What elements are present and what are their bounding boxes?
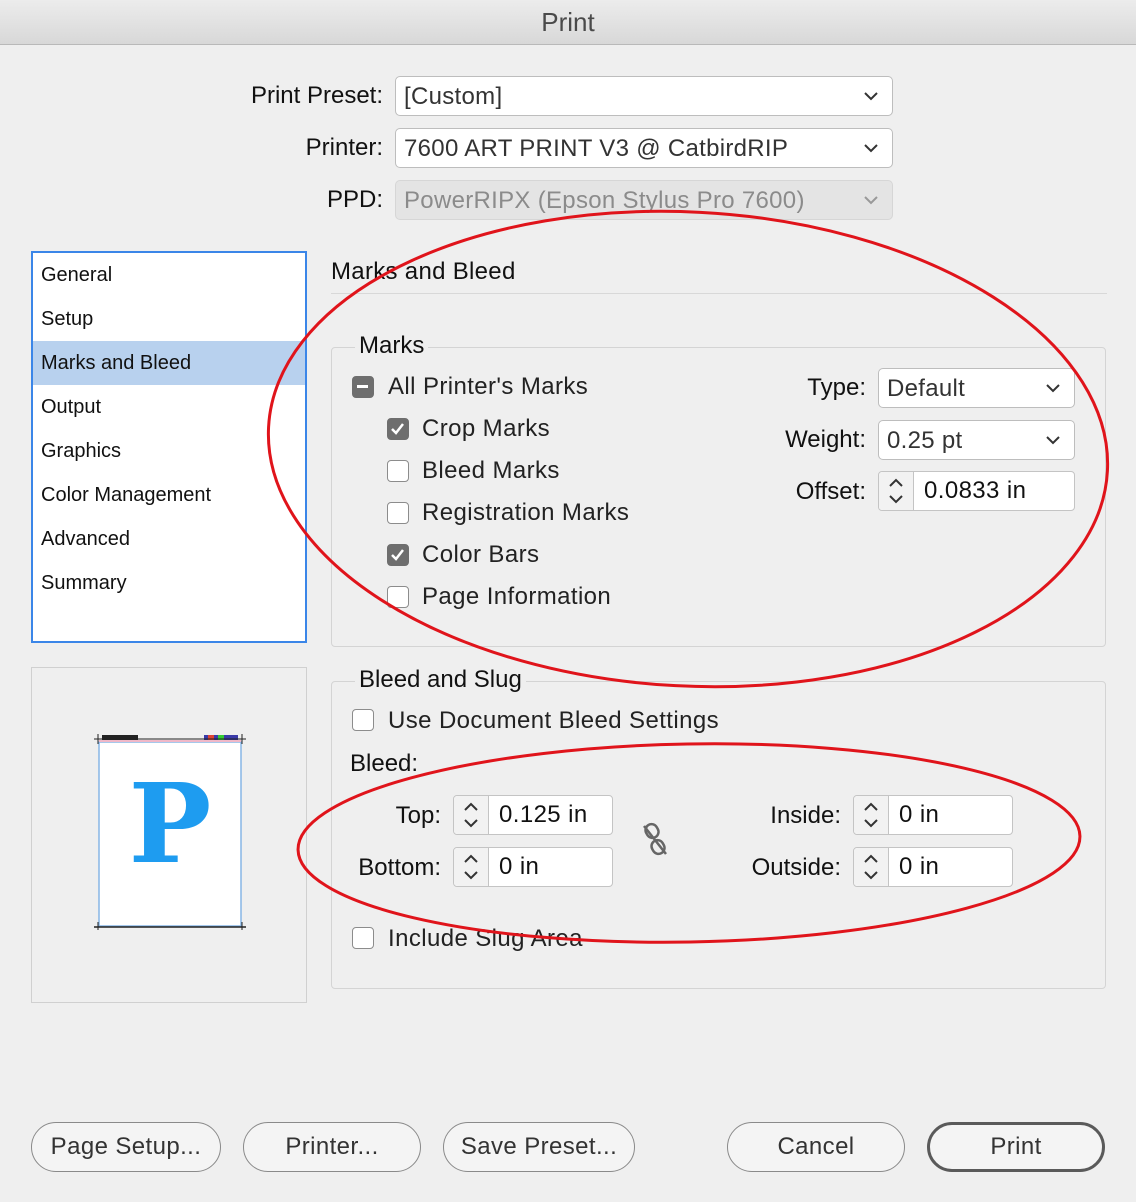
weight-label: Weight: (785, 426, 866, 453)
include-slug-area-label: Include Slug Area (388, 925, 583, 952)
use-document-bleed-label: Use Document Bleed Settings (388, 707, 719, 734)
outside-bleed-stepper[interactable]: 0 in (853, 847, 1013, 887)
crop-marks-checkbox[interactable] (387, 418, 409, 440)
bleed-marks-checkbox[interactable] (387, 460, 409, 482)
mixed-dash-icon (357, 385, 368, 388)
weight-value: 0.25 pt (887, 427, 963, 454)
type-label: Type: (807, 374, 866, 401)
window-title: Print (541, 7, 595, 37)
marks-group-title: Marks (355, 332, 429, 360)
chain-link-broken-icon[interactable] (638, 822, 672, 858)
checkmark-icon (391, 423, 404, 435)
printer-button[interactable]: Printer... (243, 1122, 421, 1172)
checkmark-icon (391, 549, 404, 561)
save-preset-button[interactable]: Save Preset... (443, 1122, 635, 1172)
sidebar-item-marks-and-bleed[interactable]: Marks and Bleed (33, 341, 305, 385)
color-bars-checkbox[interactable] (387, 544, 409, 566)
ppd-value: PowerRIPX (Epson Stylus Pro 7600) (404, 187, 805, 214)
print-button[interactable]: Print (927, 1122, 1105, 1172)
sidebar-item-advanced[interactable]: Advanced (33, 517, 305, 561)
outside-label: Outside: (751, 854, 841, 881)
ppd-select: PowerRIPX (Epson Stylus Pro 7600) (395, 180, 893, 220)
bottom-label: Bottom: (358, 854, 441, 881)
sidebar-item-general[interactable]: General (33, 253, 305, 297)
inside-label: Inside: (770, 802, 841, 829)
bottom-bleed-stepper[interactable]: 0 in (453, 847, 613, 887)
stepper-icon (464, 802, 478, 828)
printer-select[interactable]: 7600 ART PRINT V3 @ CatbirdRIP (395, 128, 893, 168)
panel-title: Marks and Bleed (331, 258, 516, 285)
stepper-arrows[interactable] (454, 848, 489, 886)
crop-marks-label: Crop Marks (422, 415, 551, 442)
bleed-slug-group-title: Bleed and Slug (355, 666, 526, 694)
offset-value: 0.0833 in (924, 477, 1027, 504)
top-label: Top: (395, 802, 441, 829)
panel-divider (331, 293, 1107, 294)
stepper-icon (864, 854, 878, 880)
page-information-label: Page Information (422, 583, 612, 610)
printer-value: 7600 ART PRINT V3 @ CatbirdRIP (404, 135, 789, 162)
all-printers-marks-checkbox[interactable] (352, 376, 374, 398)
sidebar-item-graphics[interactable]: Graphics (33, 429, 305, 473)
printer-label: Printer: (305, 134, 383, 161)
all-printers-marks-label: All Printer's Marks (388, 373, 589, 400)
stepper-arrows[interactable] (854, 796, 889, 834)
bottom-bleed-value: 0 in (499, 853, 540, 880)
stepper-arrows[interactable] (854, 848, 889, 886)
print-preset-select[interactable]: [Custom] (395, 76, 893, 116)
print-preset-label: Print Preset: (250, 82, 383, 109)
stepper-arrows[interactable] (879, 472, 914, 510)
offset-stepper[interactable]: 0.0833 in (878, 471, 1075, 511)
chevron-down-icon (1046, 436, 1060, 445)
weight-select[interactable]: 0.25 pt (878, 420, 1075, 460)
include-slug-area-checkbox[interactable] (352, 927, 374, 949)
chevron-down-icon (864, 92, 878, 101)
stepper-icon (864, 802, 878, 828)
chevron-down-icon (1046, 384, 1060, 393)
stepper-icon (889, 478, 903, 504)
title-bar: Print (0, 0, 1136, 45)
ppd-label: PPD: (326, 186, 383, 213)
chevron-down-icon (864, 196, 878, 205)
stepper-arrows[interactable] (454, 796, 489, 834)
type-select[interactable]: Default (878, 368, 1075, 408)
cancel-button[interactable]: Cancel (727, 1122, 905, 1172)
sidebar-item-summary[interactable]: Summary (33, 561, 305, 605)
outside-bleed-value: 0 in (899, 853, 940, 880)
top-bleed-value: 0.125 in (499, 801, 588, 828)
inside-bleed-value: 0 in (899, 801, 940, 828)
bleed-marks-label: Bleed Marks (422, 457, 560, 484)
category-list[interactable]: General Setup Marks and Bleed Output Gra… (31, 251, 307, 643)
sidebar-item-setup[interactable]: Setup (33, 297, 305, 341)
sidebar-item-color-management[interactable]: Color Management (33, 473, 305, 517)
chevron-down-icon (864, 144, 878, 153)
color-bars-label: Color Bars (422, 541, 540, 568)
print-preset-value: [Custom] (404, 83, 503, 110)
page-preview: P (31, 667, 307, 1003)
page-information-checkbox[interactable] (387, 586, 409, 608)
page-setup-button[interactable]: Page Setup... (31, 1122, 221, 1172)
offset-label: Offset: (795, 478, 866, 505)
stepper-icon (464, 854, 478, 880)
top-bleed-stepper[interactable]: 0.125 in (453, 795, 613, 835)
inside-bleed-stepper[interactable]: 0 in (853, 795, 1013, 835)
sidebar-item-output[interactable]: Output (33, 385, 305, 429)
registration-marks-checkbox[interactable] (387, 502, 409, 524)
type-value: Default (887, 375, 966, 402)
bleed-label: Bleed: (350, 750, 419, 777)
preview-glyph: P (128, 759, 212, 888)
use-document-bleed-checkbox[interactable] (352, 709, 374, 731)
registration-marks-label: Registration Marks (422, 499, 630, 526)
